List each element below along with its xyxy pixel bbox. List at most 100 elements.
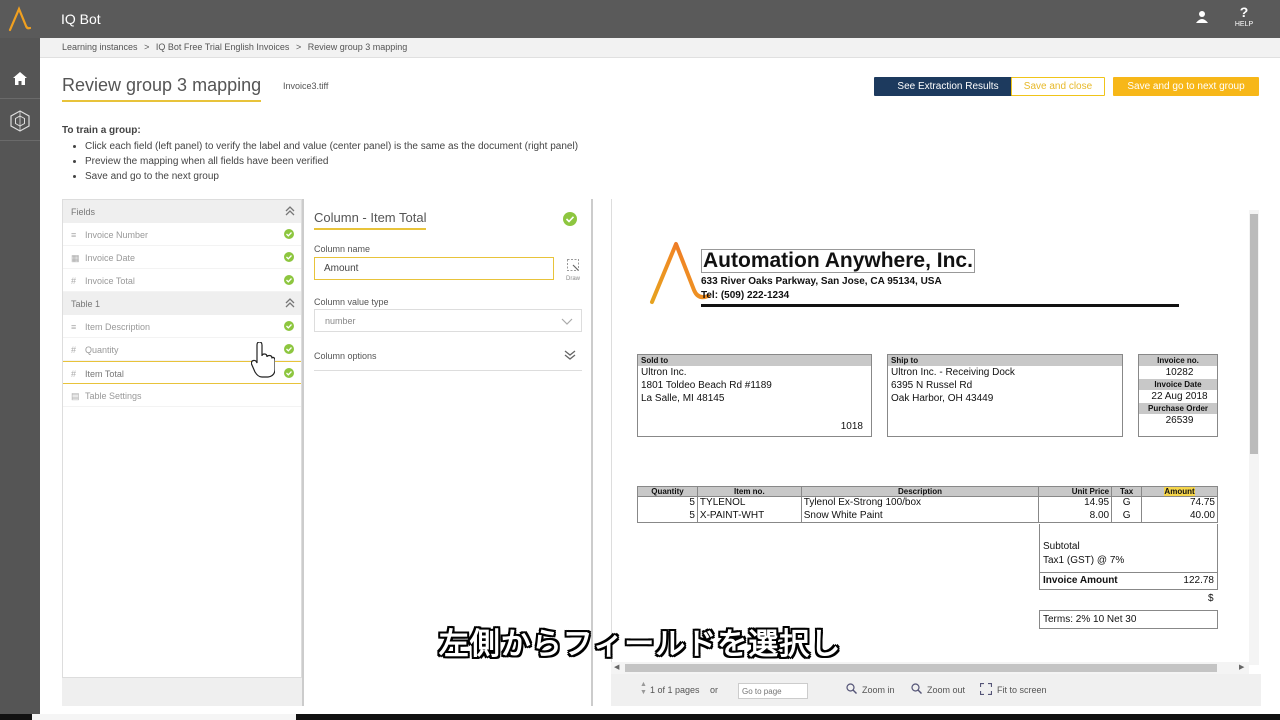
- table-row: 5 X-PAINT-WHT Snow White Paint 8.00 G 40…: [637, 509, 1218, 523]
- invoice-amount-value[interactable]: 122.78: [1183, 575, 1214, 586]
- invoice-company-phone[interactable]: Tel: (509) 222-1234: [701, 290, 789, 301]
- breadcrumb-learning-instances[interactable]: Learning instances: [62, 42, 138, 52]
- file-name: Invoice3.tiff: [283, 81, 329, 91]
- invoice-date-header: Invoice Date: [1139, 379, 1217, 390]
- column-name-input[interactable]: [314, 257, 554, 280]
- cell-unit-price[interactable]: 14.95: [1038, 496, 1113, 510]
- breadcrumb-current: Review group 3 mapping: [307, 42, 408, 52]
- automation-anywhere-logo-icon[interactable]: [0, 0, 38, 38]
- zoom-out-icon[interactable]: [911, 683, 922, 696]
- zoom-in-icon[interactable]: [846, 683, 857, 696]
- ship-to-line[interactable]: Oak Harbor, OH 43449: [888, 392, 1122, 405]
- cell-description[interactable]: Snow White Paint: [800, 509, 1040, 523]
- go-to-page-input[interactable]: [738, 683, 808, 699]
- sold-to-line[interactable]: 1801 Toldeo Beach Rd #1189: [638, 379, 871, 392]
- check-circle-icon: [284, 321, 294, 331]
- column-options-toggle[interactable]: Column options: [314, 347, 582, 371]
- scrollbar-thumb[interactable]: [1250, 214, 1258, 454]
- draw-button[interactable]: Draw: [564, 258, 582, 282]
- column-value-type-select[interactable]: number: [314, 309, 582, 332]
- cell-description[interactable]: Tylenol Ex-Strong 100/box: [800, 496, 1040, 510]
- home-nav-button[interactable]: [0, 59, 40, 99]
- invoice-company-name[interactable]: Automation Anywhere, Inc.: [701, 249, 975, 273]
- fields-section-header[interactable]: Fields: [63, 200, 301, 223]
- check-circle-icon: [284, 344, 294, 354]
- field-item-invoice-total[interactable]: # Invoice Total: [63, 269, 301, 292]
- bottom-strip: [0, 714, 1280, 720]
- hash-icon: #: [71, 276, 77, 286]
- invoice-date-value[interactable]: 22 Aug 2018: [1139, 390, 1217, 403]
- sold-to-line[interactable]: La Salle, MI 48145: [638, 392, 871, 405]
- sold-to-code[interactable]: 1018: [838, 420, 863, 433]
- page-title: Review group 3 mapping: [62, 75, 262, 102]
- cell-amount[interactable]: 40.00: [1141, 509, 1218, 523]
- invoice-company-address[interactable]: 633 River Oaks Parkway, San Jose, CA 951…: [701, 276, 942, 287]
- save-and-close-button[interactable]: Save and close: [1011, 77, 1105, 96]
- page-stepper-icon[interactable]: ▲ ▼: [640, 681, 647, 697]
- table-section-header[interactable]: Table 1: [63, 292, 301, 315]
- zoom-in-button[interactable]: Zoom in: [862, 685, 895, 695]
- see-extraction-results-button[interactable]: See Extraction Results: [874, 77, 1022, 96]
- cell-tax[interactable]: G: [1111, 509, 1143, 523]
- invoice-summary-box: Subtotal Tax1 (GST) @ 7% Invoice Amount …: [1039, 524, 1218, 590]
- field-item-invoice-number[interactable]: ≡ Invoice Number: [63, 223, 301, 246]
- breadcrumb-separator: >: [144, 42, 150, 52]
- table-field-item-description[interactable]: ≡ Item Description: [63, 315, 301, 338]
- table-header-item-no: Item no.: [696, 486, 802, 497]
- cell-quantity[interactable]: 5: [637, 509, 698, 523]
- field-label: Item Description: [85, 322, 151, 332]
- scroll-right-icon[interactable]: ▶: [1239, 663, 1244, 671]
- invoice-no-value[interactable]: 10282: [1139, 366, 1217, 379]
- invoice-amount-label[interactable]: Invoice Amount: [1043, 575, 1118, 586]
- table-settings-item[interactable]: ▤ Table Settings: [63, 384, 301, 407]
- check-circle-icon: [284, 229, 294, 239]
- scroll-left-icon[interactable]: ◀: [614, 663, 619, 671]
- scrollbar-thumb[interactable]: [625, 664, 1217, 672]
- breadcrumb-separator: >: [295, 42, 302, 52]
- help-button[interactable]: ? HELP: [1230, 5, 1258, 28]
- column-options-label: Column options: [314, 351, 377, 361]
- double-chevron-down-icon: [564, 350, 576, 360]
- currency-symbol[interactable]: $: [1208, 593, 1214, 604]
- fit-to-screen-icon[interactable]: [979, 682, 993, 697]
- check-circle-icon: [563, 212, 577, 226]
- cell-item-no[interactable]: TYLENOL: [696, 496, 802, 510]
- vertical-scrollbar[interactable]: [1249, 210, 1259, 665]
- tax-label[interactable]: Tax1 (GST) @ 7%: [1043, 555, 1124, 566]
- collapse-up-icon[interactable]: [285, 205, 295, 217]
- draw-label: Draw: [565, 276, 580, 282]
- highlighted-amount-header[interactable]: Amount: [1164, 487, 1195, 496]
- horizontal-scrollbar[interactable]: ◀ ▶: [611, 662, 1249, 674]
- cell-unit-price[interactable]: 8.00: [1038, 509, 1113, 523]
- cell-tax[interactable]: G: [1111, 496, 1143, 510]
- breadcrumb-instance[interactable]: IQ Bot Free Trial English Invoices: [156, 42, 290, 52]
- cell-quantity[interactable]: 5: [637, 496, 698, 510]
- purchase-order-value[interactable]: 26539: [1139, 414, 1217, 427]
- home-icon: [13, 72, 27, 85]
- column-detail-title: Column - Item Total: [314, 210, 427, 230]
- field-label: Invoice Total: [85, 276, 135, 286]
- instruction-step: Click each field (left panel) to verify …: [85, 141, 578, 152]
- help-label: HELP: [1234, 21, 1254, 28]
- field-item-invoice-date[interactable]: ▦ Invoice Date: [63, 246, 301, 269]
- top-bar: IQ Bot ? HELP: [0, 0, 1280, 38]
- invoice-no-header: Invoice no.: [1139, 355, 1217, 366]
- fit-to-screen-button[interactable]: Fit to screen: [997, 685, 1047, 695]
- zoom-out-button[interactable]: Zoom out: [927, 685, 965, 695]
- field-label: Invoice Number: [85, 230, 149, 240]
- collapse-up-icon[interactable]: [285, 297, 295, 309]
- check-circle-icon: [284, 368, 294, 378]
- user-icon[interactable]: [1196, 10, 1208, 24]
- text-lines-icon: ≡: [71, 230, 77, 240]
- subtotal-label[interactable]: Subtotal: [1043, 541, 1080, 552]
- instructions-title: To train a group:: [62, 125, 141, 136]
- cell-item-no[interactable]: X-PAINT-WHT: [696, 509, 802, 523]
- bots-nav-button[interactable]: [0, 101, 40, 141]
- fields-panel-footer: [62, 678, 302, 706]
- ship-to-line[interactable]: 6395 N Russel Rd: [888, 379, 1122, 392]
- save-and-next-group-button[interactable]: Save and go to next group: [1113, 77, 1259, 96]
- sold-to-line[interactable]: Ultron Inc.: [638, 366, 871, 379]
- table-header-unit-price: Unit Price: [1038, 486, 1113, 497]
- cell-amount[interactable]: 74.75: [1141, 496, 1218, 510]
- ship-to-line[interactable]: Ultron Inc. - Receiving Dock: [888, 366, 1122, 379]
